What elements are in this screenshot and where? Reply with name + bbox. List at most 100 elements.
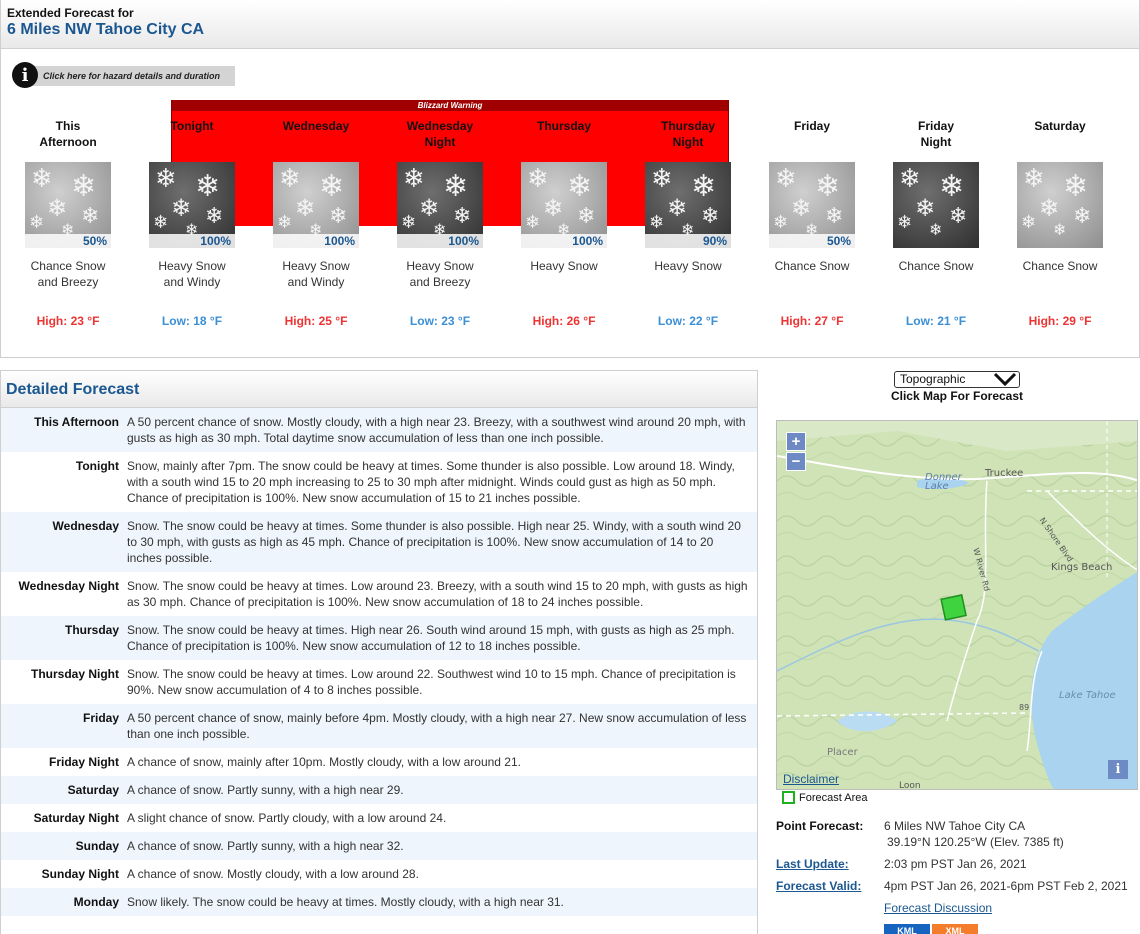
detailed-forecast-row: Tonight Snow, mainly after 7pm. The snow … — [1, 452, 757, 512]
period-name: Friday Night — [917, 119, 954, 149]
map-type-select[interactable]: Topographic — [894, 371, 1020, 388]
snowflake-icon: ❄ — [543, 194, 564, 222]
forecast-area-marker[interactable] — [940, 594, 967, 621]
map-label-route-89: 89 — [1019, 703, 1030, 712]
snowflake-icon: ❄ — [29, 212, 45, 233]
detailed-forecast-period: Wednesday Night — [18, 579, 119, 593]
detailed-forecast-period: Monday — [73, 895, 119, 909]
map-label-truckee: Truckee — [985, 468, 1024, 479]
detailed-forecast-row: Monday Snow likely. The snow could be hea… — [1, 888, 757, 916]
snowflake-icon: ❄ — [701, 204, 720, 229]
snowflake-icon: ❄ — [1023, 164, 1045, 194]
snowflake-icon: ❄ — [295, 194, 316, 222]
blizzard-warning-label[interactable]: Blizzard Warning — [172, 100, 728, 111]
detailed-forecast-period: Sunday Night — [41, 867, 119, 881]
forecast-period[interactable]: Tonight ❄ ❄ ❄ ❄ ❄ ❄ 100% Heavy Snow and Windy Low… — [130, 118, 254, 328]
hazard-details-label[interactable]: Click here for hazard details and durati… — [25, 66, 235, 86]
forecast-period[interactable]: Friday Night ❄ ❄ ❄ ❄ ❄ ❄ Chance Snow Low: 21 °F — [874, 118, 998, 328]
detailed-forecast-period: Wednesday — [52, 519, 119, 533]
map-info-button[interactable]: i — [1108, 760, 1128, 779]
hazard-details-link[interactable]: Click here for hazard details and durati… — [12, 62, 235, 88]
snowflake-icon: ❄ — [1073, 204, 1092, 229]
forecast-valid-link[interactable]: Forecast Valid: — [776, 879, 861, 893]
forecast-period[interactable]: Thursday ❄ ❄ ❄ ❄ ❄ ❄ 100% Heavy Snow High: 26 °F — [502, 118, 626, 328]
detailed-forecast-text: A 50 percent chance of snow, mainly befo… — [127, 711, 747, 741]
detailed-forecast-row: Thursday Snow. The snow could be heavy at… — [1, 616, 757, 660]
forecast-period[interactable]: This Afternoon ❄ ❄ ❄ ❄ ❄ ❄ 50% Chance Snow and B… — [6, 118, 130, 328]
kml-button[interactable]: KML — [884, 924, 930, 934]
forecast-map[interactable]: + − Donner Lake Truckee N Shore Blvd Kin… — [776, 420, 1138, 790]
snowflake-icon: ❄ — [71, 169, 97, 204]
detailed-forecast-row: Saturday Night A slight chance of snow. P… — [1, 804, 757, 832]
snow-light-icon[interactable]: ❄ ❄ ❄ ❄ ❄ ❄ 50% — [769, 162, 855, 248]
detailed-forecast-text: A chance of snow. Partly sunny, with a h… — [127, 839, 404, 853]
xml-button[interactable]: XML — [932, 924, 978, 934]
snowflake-icon: ❄ — [815, 169, 841, 204]
info-icon[interactable]: i — [12, 62, 38, 88]
snowflake-icon: ❄ — [651, 164, 673, 194]
period-temperature: Low: 22 °F — [657, 314, 719, 328]
period-temperature: High: 25 °F — [284, 314, 348, 328]
detailed-forecast-row: Friday A 50 percent chance of snow, mainl… — [1, 704, 757, 748]
detailed-forecast-row: Sunday A chance of snow. Partly sunny, wi… — [1, 832, 757, 860]
snow-dark-icon[interactable]: ❄ ❄ ❄ ❄ ❄ ❄ 100% — [397, 162, 483, 248]
extended-forecast-panel: Extended Forecast for 6 Miles NW Tahoe C… — [0, 0, 1140, 358]
snowflake-icon: ❄ — [949, 204, 968, 229]
zoom-in-button[interactable]: + — [786, 432, 806, 451]
snowflake-icon: ❄ — [1021, 212, 1037, 233]
last-update-link[interactable]: Last Update: — [776, 857, 849, 871]
detailed-forecast-title: Detailed Forecast — [1, 371, 757, 408]
snowflake-icon: ❄ — [171, 194, 192, 222]
detailed-forecast-row: Friday Night A chance of snow, mainly aft… — [1, 748, 757, 776]
point-forecast-location: 6 Miles NW Tahoe City CA — [884, 819, 1026, 833]
precip-chance: 50% — [25, 234, 111, 248]
snow-dark-icon[interactable]: ❄ ❄ ❄ ❄ ❄ ❄ — [893, 162, 979, 248]
point-forecast-coordinates: 39.19°N 120.25°W (Elev. 7385 ft) — [887, 835, 1064, 849]
snow-light-icon[interactable]: ❄ ❄ ❄ ❄ ❄ ❄ 50% — [25, 162, 111, 248]
snowflake-icon: ❄ — [897, 212, 913, 233]
forecast-period[interactable]: Wednesday Night ❄ ❄ ❄ ❄ ❄ ❄ 100% Heavy Snow and … — [378, 118, 502, 328]
forecast-period[interactable]: Saturday ❄ ❄ ❄ ❄ ❄ ❄ Chance Snow High: 29 °F — [998, 118, 1122, 328]
detailed-forecast-text: Snow. The snow could be heavy at times. … — [127, 519, 741, 565]
period-name: Saturday — [1034, 119, 1086, 133]
snowflake-icon: ❄ — [205, 204, 224, 229]
detailed-forecast-row: Thursday Night Snow. The snow could be he… — [1, 660, 757, 704]
map-label-lake-tahoe: Lake Tahoe — [1059, 690, 1116, 701]
snowflake-icon: ❄ — [47, 194, 68, 222]
snowflake-icon: ❄ — [775, 164, 797, 194]
zoom-out-button[interactable]: − — [786, 452, 806, 471]
snowflake-icon: ❄ — [915, 194, 936, 222]
detailed-forecast-period: Tonight — [75, 459, 119, 473]
period-name: Wednesday — [282, 119, 350, 133]
snow-light-icon[interactable]: ❄ ❄ ❄ ❄ ❄ ❄ 100% — [273, 162, 359, 248]
period-temperature: High: 26 °F — [532, 314, 596, 328]
period-short-forecast: Chance Snow — [898, 259, 974, 273]
snow-light-icon[interactable]: ❄ ❄ ❄ ❄ ❄ ❄ — [1017, 162, 1103, 248]
precip-chance: 50% — [769, 234, 855, 248]
snow-dark-icon[interactable]: ❄ ❄ ❄ ❄ ❄ ❄ 90% — [645, 162, 731, 248]
forecast-discussion-link[interactable]: Forecast Discussion — [884, 901, 992, 915]
snowflake-icon: ❄ — [403, 164, 425, 194]
disclaimer-link[interactable]: Disclaimer — [783, 772, 839, 786]
map-legend: Forecast Area — [782, 791, 867, 804]
period-name: This Afternoon — [39, 119, 97, 149]
detailed-forecast-text: A slight chance of snow. Partly cloudy, … — [127, 811, 447, 825]
snowflake-icon: ❄ — [1039, 194, 1060, 222]
snowflake-icon: ❄ — [691, 169, 717, 204]
forecast-period[interactable]: Friday ❄ ❄ ❄ ❄ ❄ ❄ 50% Chance Snow High: 27 °F — [750, 118, 874, 328]
period-temperature: High: 23 °F — [36, 314, 100, 328]
extended-forecast-title: Extended Forecast for — [7, 6, 134, 20]
snowflake-icon: ❄ — [81, 204, 100, 229]
snow-light-icon[interactable]: ❄ ❄ ❄ ❄ ❄ ❄ 100% — [521, 162, 607, 248]
chevron-down-icon — [993, 372, 1017, 387]
click-map-label: Click Map For Forecast — [890, 389, 1024, 403]
forecast-period[interactable]: Thursday Night ❄ ❄ ❄ ❄ ❄ ❄ 90% Heavy Snow Low: 22… — [626, 118, 750, 328]
forecast-period[interactable]: Wednesday ❄ ❄ ❄ ❄ ❄ ❄ 100% Heavy Snow and Windy H… — [254, 118, 378, 328]
snowflake-icon: ❄ — [773, 212, 789, 233]
snow-dark-icon[interactable]: ❄ ❄ ❄ ❄ ❄ ❄ 100% — [149, 162, 235, 248]
detailed-forecast-period: Friday — [82, 711, 119, 725]
period-short-forecast: Heavy Snow and Breezy — [406, 259, 474, 289]
detailed-forecast-text: Snow. The snow could be heavy at times. … — [127, 579, 748, 609]
period-temperature: High: 27 °F — [780, 314, 844, 328]
snowflake-icon: ❄ — [31, 164, 53, 194]
